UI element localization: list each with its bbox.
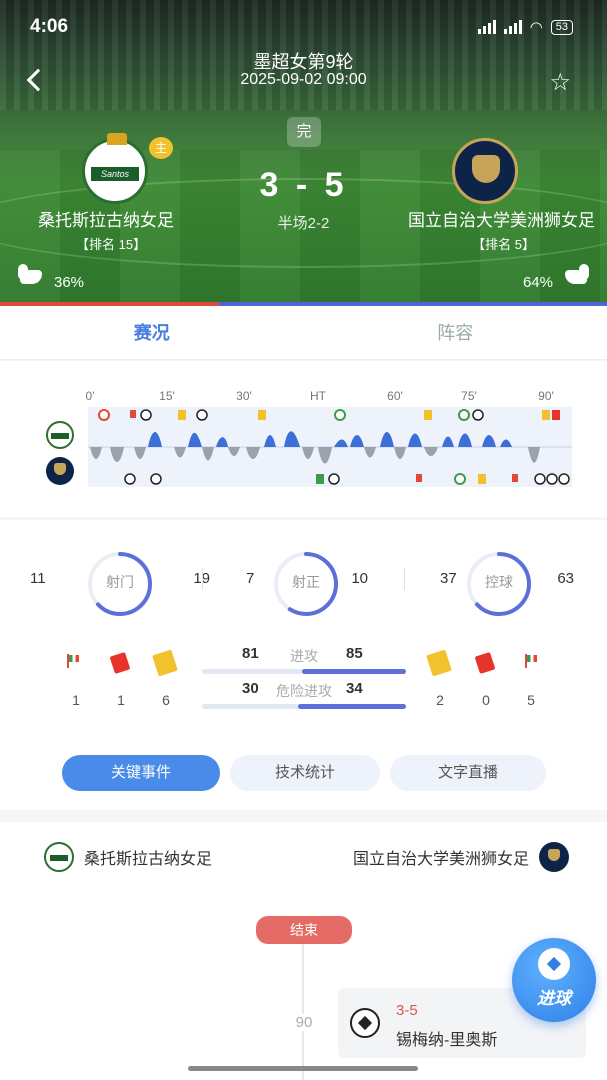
attacks-label: 进攻	[290, 648, 318, 664]
away-strength-pct: 64%	[522, 274, 553, 291]
end-marker: 结束	[256, 916, 352, 944]
shots-on-target-stat: 7 射正 10	[226, 550, 386, 616]
events-home-team: 桑托斯拉古纳女足	[44, 842, 212, 872]
shots-label: 射门	[106, 574, 134, 590]
timeline-home-logo	[46, 421, 74, 449]
main-tabs: 赛况 阵容	[0, 306, 607, 360]
event-minute: 90	[282, 1014, 326, 1031]
tab-tech-stats[interactable]: 技术统计	[230, 755, 380, 791]
away-red-cards: 0	[482, 692, 490, 708]
timeline-label: 0'	[85, 389, 95, 403]
match-score: 3 - 5	[259, 166, 348, 204]
strength-arm-icon	[559, 264, 591, 290]
signal-icon	[503, 20, 522, 34]
sub-tabs: 关键事件 技术统计 文字直播	[62, 755, 546, 791]
home-attacks-bar	[202, 669, 302, 674]
away-team-name[interactable]: 国立自治大学美洲狮女足	[408, 206, 595, 231]
timeline-label: HT	[310, 389, 326, 403]
timeline-label: 30'	[236, 389, 252, 403]
match-datetime: 2025-09-02 09:00	[240, 71, 367, 88]
red-card-icon	[109, 651, 131, 675]
home-red-cards: 1	[117, 692, 125, 708]
away-corners: 5	[527, 692, 535, 708]
away-team-logo	[539, 842, 569, 872]
home-strength-pct: 36%	[54, 274, 85, 291]
dangerous-attacks-stat: 30 危险进攻 34	[202, 680, 406, 710]
tab-lineup[interactable]: 阵容	[304, 306, 607, 359]
signal-icon	[477, 20, 496, 34]
events-away-team-name: 国立自治大学美洲狮女足	[352, 851, 529, 868]
match-timeline: 0' 15' 30' HT 60' 75' 90'	[0, 361, 607, 517]
key-events: 桑托斯拉古纳女足 国立自治大学美洲狮女足 结束 90 3-5 锡梅纳-里奥斯	[0, 822, 607, 1080]
timeline-away-logo	[46, 457, 74, 485]
shots-stat: 11 射门 19	[30, 550, 210, 616]
home-dangerous-attacks-bar	[202, 704, 298, 709]
shots-on-target-label: 射正	[292, 574, 320, 590]
event-timeline-line	[302, 944, 304, 1080]
home-corners: 1	[72, 692, 80, 708]
tab-text-live[interactable]: 文字直播	[390, 755, 546, 791]
stats-summary: 11 射门 19 7 射正 10 37 控球 63 1 1 6 2 0 5	[0, 520, 607, 810]
home-yellow-cards: 6	[162, 692, 170, 708]
home-team-rank: 【排名 15】	[76, 237, 147, 252]
away-dangerous-attacks-bar	[297, 704, 406, 709]
possession-label: 控球	[485, 574, 513, 590]
timeline-label: 75'	[461, 389, 477, 403]
dangerous-attacks-label: 危险进攻	[276, 683, 332, 699]
away-attacks-bar	[301, 669, 406, 674]
status-bar: 4:06 ◠ 53	[0, 0, 607, 54]
home-shots-on-target: 7	[246, 570, 255, 587]
timeline-label: 15'	[159, 389, 175, 403]
home-team-logo	[44, 842, 74, 872]
wifi-icon: ◠	[529, 19, 543, 36]
home-shots: 11	[30, 570, 46, 587]
yellow-card-icon	[152, 649, 178, 677]
events-home-team-name: 桑托斯拉古纳女足	[84, 851, 213, 868]
goal-float-label: 进球	[537, 989, 571, 1008]
momentum-graph	[88, 407, 572, 487]
home-team-name[interactable]: 桑托斯拉古纳女足	[38, 206, 174, 231]
corner-flag-icon	[524, 654, 540, 668]
corner-flag-icon	[66, 654, 82, 668]
goal-float-button[interactable]: 进球	[512, 938, 596, 1022]
red-card-icon	[474, 651, 496, 675]
away-yellow-cards: 2	[436, 692, 444, 708]
away-attacks: 85	[346, 645, 363, 662]
home-badge: 主	[149, 137, 173, 159]
status-time: 4:06	[30, 16, 69, 37]
match-header: 4:06 ◠ 53 ☆ 墨超女第9轮 2025-09-02 09:00 Sant…	[0, 0, 607, 306]
tab-match-status[interactable]: 赛况	[0, 306, 304, 359]
battery-icon: 53	[550, 19, 573, 35]
away-shots-on-target: 10	[351, 570, 368, 587]
events-away-team: 国立自治大学美洲狮女足	[353, 842, 569, 872]
tab-key-events[interactable]: 关键事件	[62, 755, 220, 791]
goal-scorer: 锡梅纳-里奥斯	[396, 1032, 498, 1049]
soccer-ball-icon	[538, 948, 570, 980]
away-team-rank: 【排名 5】	[472, 237, 535, 252]
attacks-stat: 81 进攻 85	[202, 645, 406, 675]
home-possession: 37	[440, 570, 457, 587]
away-possession: 63	[557, 570, 574, 587]
timeline-label: 90'	[538, 389, 554, 403]
soccer-ball-icon	[350, 1008, 380, 1038]
timeline-label: 60'	[387, 389, 403, 403]
goal-score: 3-5	[396, 1002, 418, 1019]
away-dangerous-attacks: 34	[346, 680, 363, 697]
possession-stat: 37 控球 63	[414, 550, 584, 616]
match-status: 完	[287, 117, 321, 147]
home-indicator	[188, 1066, 418, 1071]
yellow-card-icon	[426, 649, 452, 677]
strength-arm-icon	[16, 264, 48, 290]
